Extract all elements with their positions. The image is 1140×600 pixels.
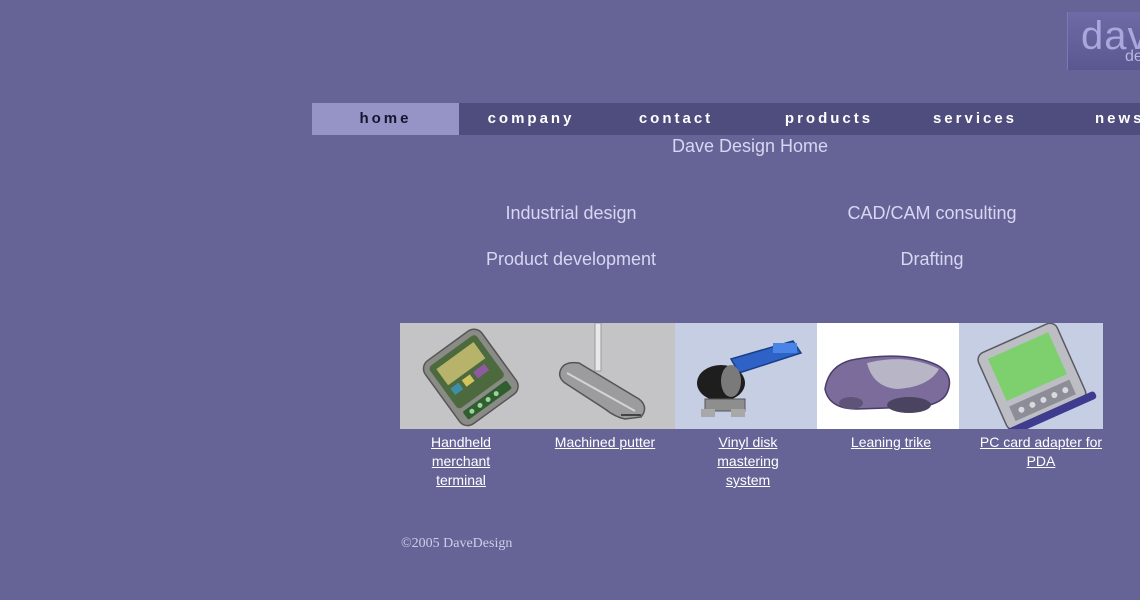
nav-company[interactable]: company (459, 103, 603, 135)
page-title: Dave Design Home (671, 136, 829, 156)
handheld-terminal-image[interactable] (400, 323, 535, 429)
product-link-machined-putter[interactable]: Machined putter (540, 433, 670, 452)
copyright-text: ©2005 DaveDesign (401, 536, 513, 551)
pda-adapter-image[interactable] (959, 323, 1103, 429)
nav-contact[interactable]: contact (603, 103, 749, 135)
logo-subtext: de (1125, 48, 1140, 65)
service-cad-cam-consulting: CAD/CAM consulting (847, 203, 1017, 223)
product-link-handheld-terminal[interactable]: Handheld merchant terminal (412, 433, 510, 490)
nav-services[interactable]: services (909, 103, 1041, 135)
putter-image[interactable] (535, 323, 675, 429)
logo: dav de (1067, 12, 1140, 70)
main-nav: home company contact products services n… (312, 103, 1140, 135)
product-link-leaning-trike[interactable]: Leaning trike (830, 433, 952, 452)
product-link-vinyl-mastering[interactable]: Vinyl disk mastering system (704, 433, 792, 490)
service-drafting: Drafting (900, 249, 964, 269)
nav-news[interactable]: news (1095, 103, 1140, 135)
nav-products[interactable]: products (749, 103, 909, 135)
product-link-pda-adapter[interactable]: PC card adapter for PDA (976, 433, 1106, 471)
nav-home[interactable]: home (312, 103, 459, 135)
service-industrial-design: Industrial design (505, 203, 637, 223)
vinyl-mastering-image[interactable] (675, 323, 817, 429)
leaning-trike-image[interactable] (817, 323, 959, 429)
service-product-development: Product development (485, 249, 657, 269)
product-gallery (400, 323, 1103, 429)
